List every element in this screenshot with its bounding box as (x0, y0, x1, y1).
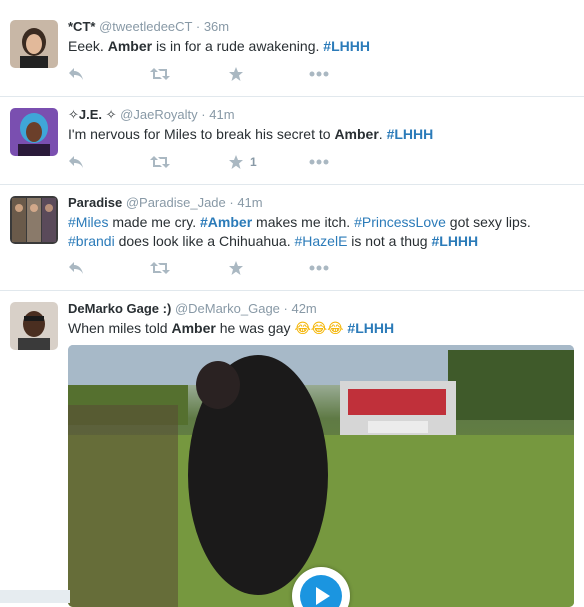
tweet-text: #Miles made me cry. #Amber makes me itch… (68, 213, 574, 251)
play-icon (300, 575, 342, 607)
username[interactable]: @tweetledeeCT (99, 19, 192, 34)
text-segment: made me cry. (108, 214, 201, 230)
fullname[interactable]: *CT* (68, 19, 95, 34)
text-segment: I'm nervous for Miles to break his secre… (68, 126, 335, 142)
hashtag-link[interactable]: #LHHH (347, 320, 394, 336)
fullname[interactable]: DeMarko Gage :) (68, 301, 171, 316)
fullname[interactable]: ✧J.E. ✧ (68, 107, 117, 122)
like-icon[interactable] (228, 258, 250, 278)
username[interactable]: @JaeRoyalty (120, 107, 198, 122)
tweet[interactable]: Paradise @Paradise_Jade · 41m #Miles mad… (0, 184, 584, 291)
hashtag-link[interactable]: #Amber (200, 214, 252, 230)
text-segment: . (378, 126, 387, 142)
timestamp[interactable]: · 41m (201, 107, 234, 122)
hashtag-link[interactable]: #HazelE (295, 233, 348, 249)
divider (0, 590, 70, 603)
hashtag-link[interactable]: #PrincessLove (354, 214, 446, 230)
text-segment: he was gay (215, 320, 295, 336)
fullname[interactable]: Paradise (68, 195, 122, 210)
tweet[interactable]: ✧J.E. ✧ @JaeRoyalty · 41m I'm nervous fo… (0, 96, 584, 185)
text-segment: When miles told (68, 320, 172, 336)
keyword-highlight: Amber (171, 320, 216, 336)
retweet-icon[interactable] (150, 152, 170, 172)
text-segment: is not a thug (347, 233, 432, 249)
tweet-text: When miles told Amber he was gay 😂😂😂 #LH… (68, 319, 574, 338)
keyword-highlight: Amber (107, 38, 153, 54)
timestamp[interactable]: · 42m (284, 301, 317, 316)
avatar[interactable] (10, 302, 58, 350)
keyword-highlight: Amber (334, 126, 379, 142)
hashtag-link[interactable]: #brandi (68, 233, 115, 249)
retweet-icon[interactable] (150, 258, 170, 278)
retweet-icon[interactable] (150, 64, 170, 84)
hashtag-link[interactable]: #LHHH (387, 126, 434, 142)
hashtag-link[interactable]: #Miles (68, 214, 108, 230)
username[interactable]: @Paradise_Jade (126, 195, 226, 210)
timestamp[interactable]: · 41m (229, 195, 262, 210)
like-icon[interactable]: 1 (228, 152, 257, 172)
like-count: 1 (250, 155, 257, 169)
avatar[interactable] (10, 108, 58, 156)
tweet-header: DeMarko Gage :) @DeMarko_Gage · 42m (68, 300, 574, 317)
tweet-text: I'm nervous for Miles to break his secre… (68, 125, 574, 144)
tweet-text: Eeek. Amber is in for a rude awakening. … (68, 37, 574, 56)
timestamp[interactable]: · 36m (196, 19, 229, 34)
video-thumbnail[interactable] (68, 345, 574, 607)
more-icon[interactable] (309, 64, 329, 84)
hashtag-link[interactable]: #LHHH (323, 38, 370, 54)
tweet-header: *CT* @tweetledeeCT · 36m (68, 18, 574, 35)
text-segment: makes me itch. (252, 214, 355, 230)
text-segment: Eeek. (68, 38, 108, 54)
avatar[interactable] (10, 20, 58, 68)
emoji-laughing-icon: 😂😂😂 (294, 320, 344, 336)
hashtag-link[interactable]: #LHHH (431, 233, 478, 249)
tweet-header: ✧J.E. ✧ @JaeRoyalty · 41m (68, 106, 574, 123)
avatar[interactable] (10, 196, 58, 244)
reply-icon[interactable] (68, 258, 84, 278)
text-segment: does look like a Chihuahua. (114, 233, 295, 249)
tweet[interactable]: *CT* @tweetledeeCT · 36m Eeek. Amber is … (0, 0, 584, 97)
more-icon[interactable] (309, 258, 329, 278)
reply-icon[interactable] (68, 64, 84, 84)
text-segment: got sexy lips. (445, 214, 531, 230)
username[interactable]: @DeMarko_Gage (175, 301, 280, 316)
tweet-header: Paradise @Paradise_Jade · 41m (68, 194, 574, 211)
reply-icon[interactable] (68, 152, 84, 172)
more-icon[interactable] (309, 152, 329, 172)
text-segment: is in for a rude awakening. (152, 38, 324, 54)
like-icon[interactable] (228, 64, 250, 84)
